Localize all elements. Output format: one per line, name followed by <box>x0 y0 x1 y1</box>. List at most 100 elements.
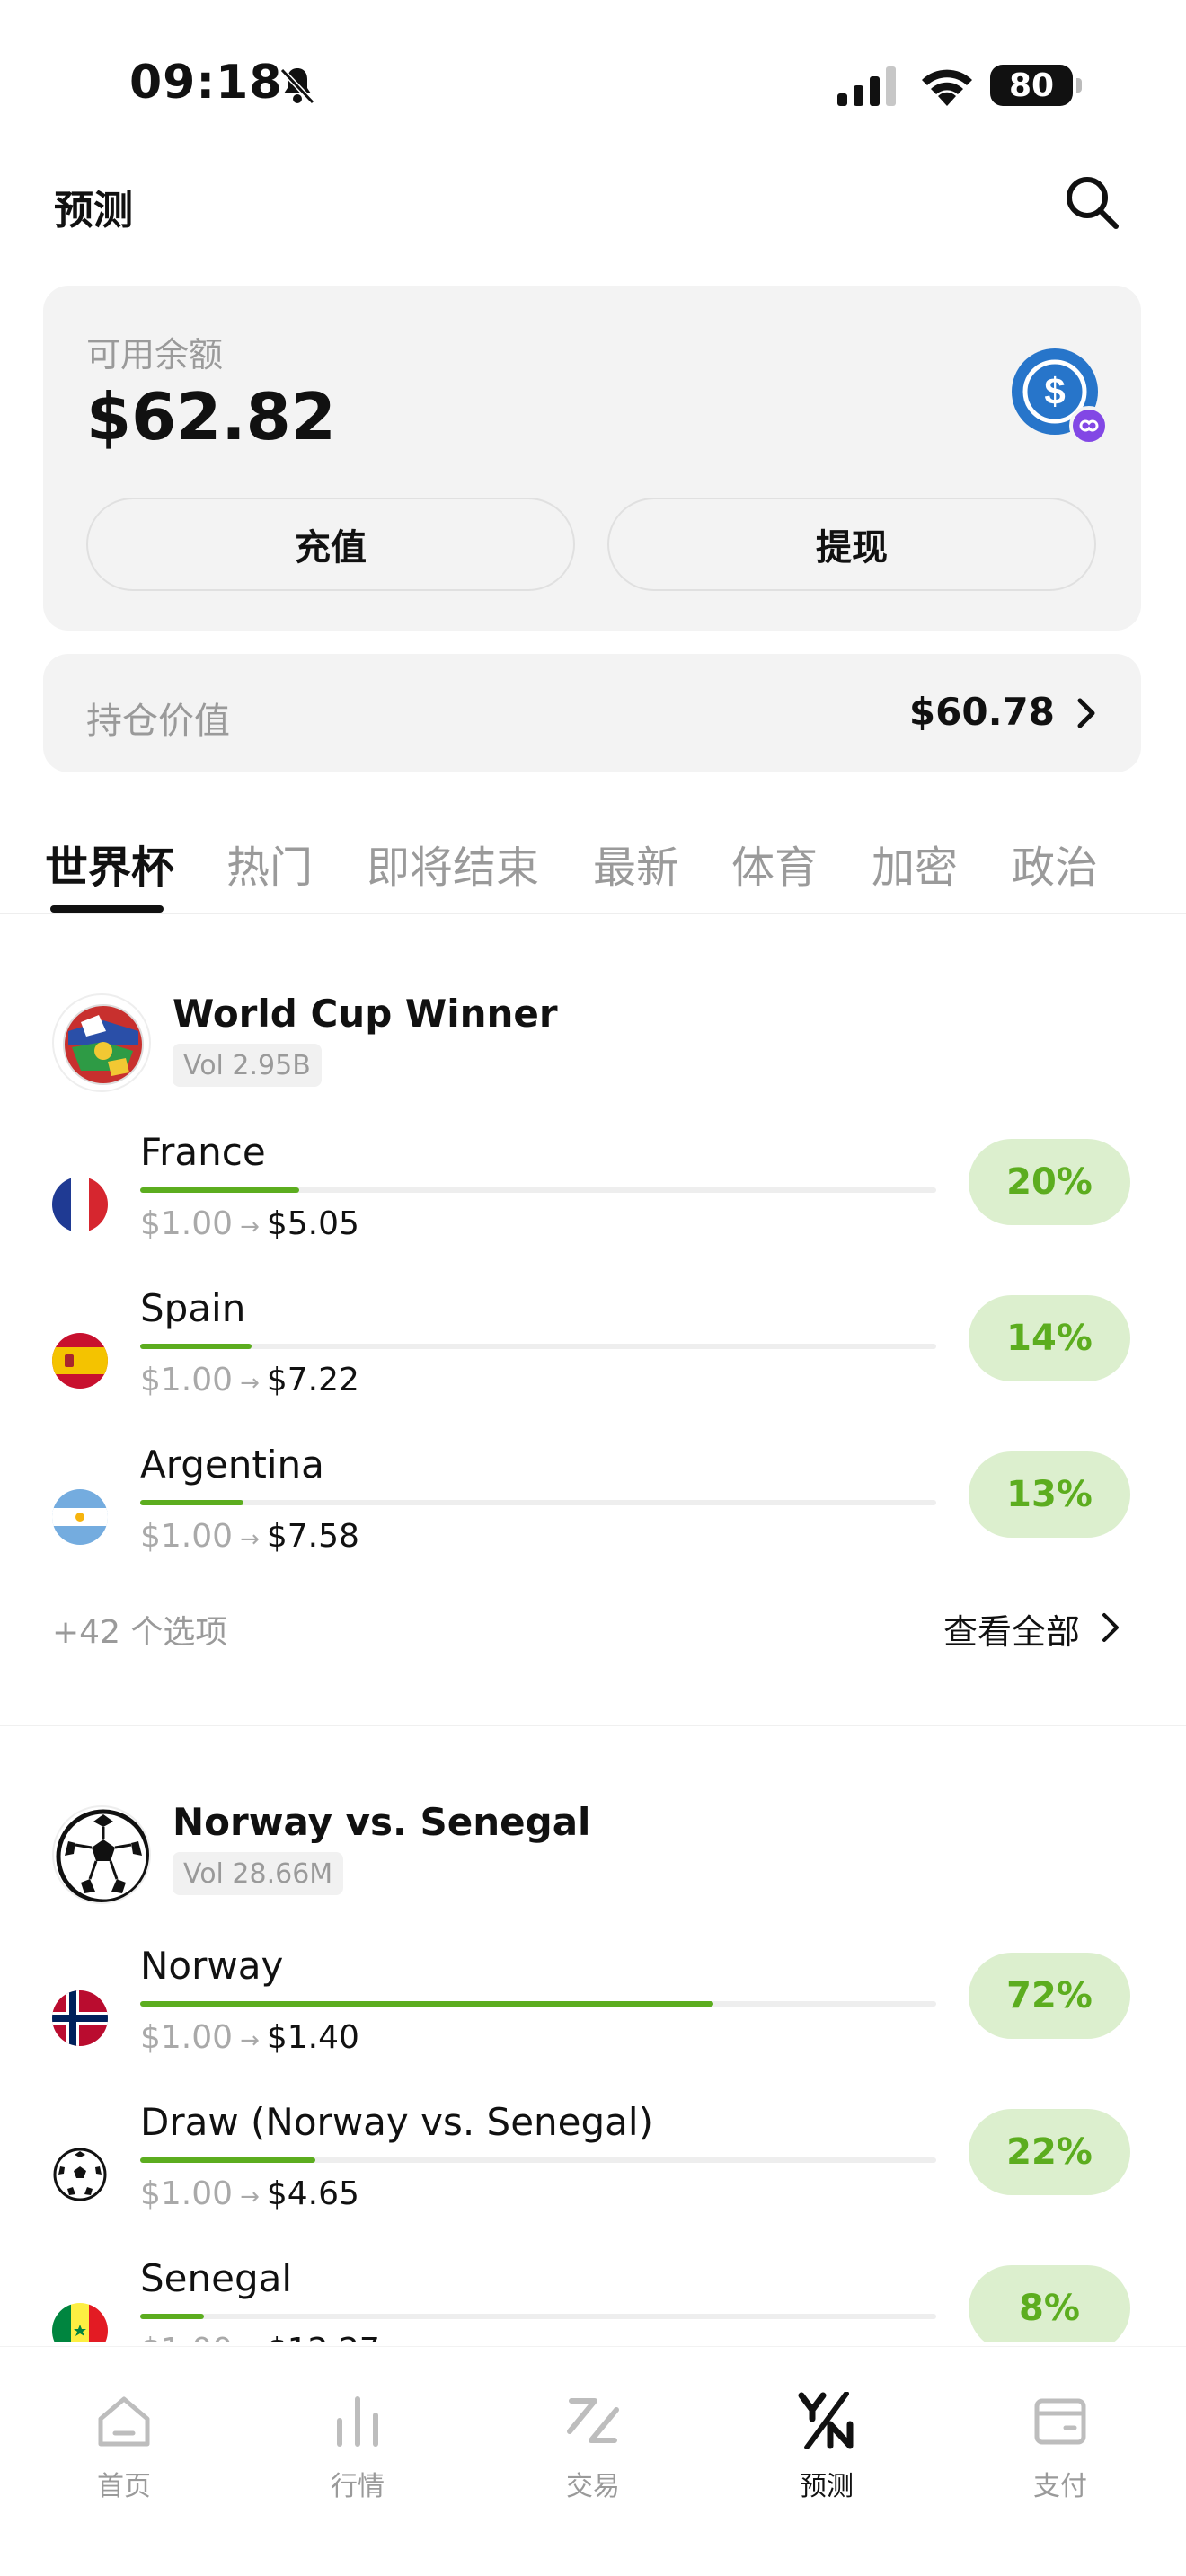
usdc-polygon-icon: $ <box>1012 348 1109 446</box>
france-flag-icon <box>52 1177 108 1232</box>
market-footer: +42 个选项 查看全部 <box>0 1601 1186 1654</box>
probability-bar <box>140 1500 244 1505</box>
stake-amount: $1.00 <box>140 1205 234 1242</box>
norway-flag-icon <box>52 1990 108 2046</box>
balance-label: 可用余额 <box>86 335 224 375</box>
tab-politics[interactable]: 政治 <box>1012 832 1098 895</box>
return-amount: $7.22 <box>266 1362 359 1398</box>
cellular-signal-icon <box>837 66 896 106</box>
spain-flag-icon <box>52 1333 108 1389</box>
stake-amount: $1.00 <box>140 1518 234 1555</box>
market-card[interactable]: World Cup Winner Vol 2.95B France $1.00 →… <box>0 986 1186 1705</box>
home-icon <box>98 2396 150 2447</box>
probability-bar <box>140 2314 204 2319</box>
nav-label: 预测 <box>800 2471 854 2502</box>
soccer-ball-icon <box>52 1805 151 1904</box>
soccer-ball-icon <box>52 2147 108 2202</box>
probability-button[interactable]: 8% <box>969 2265 1130 2342</box>
positions-value-row[interactable]: 持仓价值 $60.78 <box>43 654 1141 772</box>
nav-home[interactable]: 首页 <box>61 2392 187 2518</box>
nav-label: 交易 <box>566 2471 620 2502</box>
tab-trending[interactable]: 热门 <box>226 832 313 895</box>
more-options-count: +42 个选项 <box>52 1614 228 1651</box>
chevron-right-icon <box>1102 1613 1119 1642</box>
deposit-button[interactable]: 充值 <box>86 498 575 591</box>
withdraw-button[interactable]: 提现 <box>607 498 1096 591</box>
return-amount: $5.05 <box>266 1205 359 1242</box>
outcome-row[interactable]: Spain $1.00 → $7.22 14% <box>0 1286 1186 1442</box>
category-tabs: 世界杯 热门 即将结束 最新 体育 加密 政治 <box>0 817 1186 914</box>
arrow-right-icon: → <box>240 1526 260 1553</box>
outcome-row[interactable]: Argentina $1.00 → $7.58 13% <box>0 1442 1186 1599</box>
probability-track <box>140 2157 936 2163</box>
nav-trade[interactable]: 交易 <box>530 2392 656 2518</box>
probability-bar <box>140 2157 315 2163</box>
market-volume: Vol 2.95B <box>173 1044 322 1087</box>
svg-text:$: $ <box>1044 370 1065 412</box>
probability-track <box>140 1500 936 1505</box>
probability-button[interactable]: 72% <box>969 1953 1130 2039</box>
nav-pay[interactable]: 支付 <box>997 2392 1123 2518</box>
stake-amount: $1.00 <box>140 2332 233 2342</box>
probability-track <box>140 2314 936 2319</box>
probability-bar <box>140 1187 300 1193</box>
outcome-name: Argentina <box>140 1442 324 1486</box>
outcome-row[interactable]: Senegal $1.00→$12.27 8% <box>0 2256 1186 2342</box>
search-icon[interactable] <box>1060 171 1123 234</box>
predict-icon <box>798 2392 854 2449</box>
view-all-link[interactable]: 查看全部 <box>943 1604 1080 1654</box>
probability-button[interactable]: 14% <box>969 1295 1130 1381</box>
market-title: World Cup Winner <box>173 992 558 1036</box>
probability-button[interactable]: 22% <box>969 2109 1130 2195</box>
probability-track <box>140 2001 936 2007</box>
world-cup-ball-icon <box>52 993 151 1092</box>
nav-label: 首页 <box>97 2471 151 2502</box>
return-amount: $1.40 <box>266 2019 359 2056</box>
nav-markets[interactable]: 行情 <box>295 2392 420 2518</box>
trade-icon <box>567 2398 619 2443</box>
nav-label: 行情 <box>331 2471 385 2502</box>
section-divider <box>0 1725 1186 1726</box>
tab-newest[interactable]: 最新 <box>593 832 679 895</box>
page-title: 预测 <box>54 188 133 234</box>
probability-button[interactable]: 13% <box>969 1451 1130 1538</box>
chart-icon <box>337 2396 378 2447</box>
balance-value: $62.82 <box>86 379 336 454</box>
wallet-icon <box>1034 2398 1086 2445</box>
bell-muted-icon <box>279 67 315 105</box>
battery-indicator: 80 <box>990 65 1082 106</box>
market-card[interactable]: Norway vs. Senegal Vol 28.66M Norway $1.… <box>0 1800 1186 2342</box>
payout-line: $1.00 → $7.22 <box>140 1362 359 1398</box>
balance-card: 可用余额 $62.82 $ 充值 提现 <box>43 286 1141 631</box>
tab-world-cup[interactable]: 世界杯 <box>45 832 174 895</box>
outcome-name: Senegal <box>140 2256 293 2300</box>
market-volume: Vol 28.66M <box>173 1852 344 1895</box>
tab-sports[interactable]: 体育 <box>731 832 818 895</box>
arrow-right-icon: → <box>240 1370 260 1397</box>
probability-bar <box>140 1344 252 1349</box>
status-time: 09:18 <box>129 56 283 110</box>
positions-label: 持仓价值 <box>86 701 230 742</box>
status-bar: 09:18 80 <box>0 0 1186 171</box>
outcome-name: France <box>140 1130 266 1174</box>
outcome-row[interactable]: Norway $1.00 → $1.40 72% <box>0 1944 1186 2100</box>
payout-line: $1.00 → $4.65 <box>140 2175 359 2212</box>
return-amount: $12.27 <box>267 2332 380 2342</box>
nav-predict[interactable]: 预测 <box>764 2392 890 2518</box>
outcome-row[interactable]: Draw (Norway vs. Senegal) $1.00 → $4.65 22… <box>0 2100 1186 2256</box>
argentina-flag-icon <box>52 1489 108 1545</box>
payout-line: $1.00→$12.27 <box>140 2332 380 2342</box>
market-title: Norway vs. Senegal <box>173 1800 591 1844</box>
positions-value: $60.78 <box>908 690 1055 734</box>
payout-line: $1.00 → $5.05 <box>140 1205 359 1242</box>
arrow-right-icon: → <box>240 2183 260 2210</box>
outcome-name: Norway <box>140 1944 284 1988</box>
outcome-name: Draw (Norway vs. Senegal) <box>140 2100 653 2144</box>
tab-crypto[interactable]: 加密 <box>872 832 958 895</box>
tab-ending-soon[interactable]: 即将结束 <box>367 832 539 895</box>
nav-label: 支付 <box>1033 2471 1087 2502</box>
outcome-row[interactable]: France $1.00 → $5.05 20% <box>0 1130 1186 1286</box>
arrow-right-icon: → <box>240 2027 260 2054</box>
probability-button[interactable]: 20% <box>969 1139 1130 1225</box>
outcome-name: Spain <box>140 1286 246 1330</box>
